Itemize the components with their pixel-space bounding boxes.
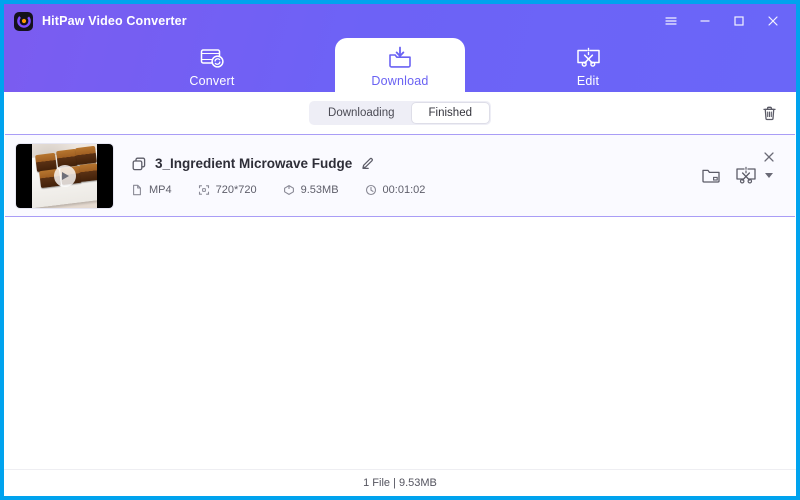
maximize-icon[interactable] xyxy=(722,7,756,35)
tab-edit-label: Edit xyxy=(576,73,600,88)
meta-size: 9.53MB xyxy=(283,184,339,196)
app-title: HitPaw Video Converter xyxy=(42,14,187,28)
list-item[interactable]: 3_Ingredient Microwave Fudge MP4 720*720… xyxy=(5,134,795,217)
minimize-icon[interactable] xyxy=(688,7,722,35)
file-title-row: 3_Ingredient Microwave Fudge xyxy=(131,156,701,172)
sub-toolbar: Downloading Finished xyxy=(4,92,796,134)
main-nav: Convert Download Edit xyxy=(4,36,796,92)
copy-layers-icon[interactable] xyxy=(131,156,147,172)
app-window: HitPaw Video Converter Convert Download … xyxy=(0,0,800,500)
thumbnail-fudge xyxy=(75,146,97,166)
tab-convert[interactable]: Convert xyxy=(147,38,277,92)
tab-download[interactable]: Download xyxy=(335,38,465,92)
file-list: 3_Ingredient Microwave Fudge MP4 720*720… xyxy=(4,134,796,470)
title-bar: HitPaw Video Converter xyxy=(4,4,796,38)
resolution-icon xyxy=(198,184,210,196)
pencil-edit-icon[interactable] xyxy=(360,156,375,171)
remove-file-button[interactable] xyxy=(761,149,777,165)
trash-icon[interactable] xyxy=(756,100,782,126)
file-title: 3_Ingredient Microwave Fudge xyxy=(155,156,353,171)
file-actions xyxy=(701,166,773,186)
meta-format: MP4 xyxy=(131,184,172,196)
chevron-down-icon[interactable] xyxy=(765,173,773,178)
meta-size-value: 9.53MB xyxy=(300,183,339,196)
convert-icon xyxy=(200,45,225,71)
file-icon xyxy=(131,184,143,196)
hamburger-menu-icon[interactable] xyxy=(654,7,688,35)
play-icon[interactable] xyxy=(53,164,76,187)
tab-convert-label: Convert xyxy=(189,73,235,88)
edit-file-button[interactable] xyxy=(735,166,757,186)
status-bar: 1 File | 9.53MB xyxy=(4,469,796,496)
meta-duration: 00:01:02 xyxy=(365,183,426,196)
segment-finished[interactable]: Finished xyxy=(411,103,489,123)
video-thumbnail[interactable] xyxy=(16,143,113,208)
hitpaw-logo-icon xyxy=(14,11,33,31)
close-icon[interactable] xyxy=(756,7,790,35)
segment-downloading[interactable]: Downloading xyxy=(311,103,412,123)
edit-scissors-icon xyxy=(576,45,601,71)
status-filter-group: Downloading Finished xyxy=(309,101,491,125)
clock-icon xyxy=(365,184,377,196)
tab-download-label: Download xyxy=(371,73,429,88)
size-icon xyxy=(283,184,295,196)
meta-resolution-value: 720*720 xyxy=(215,183,257,196)
open-folder-button[interactable] xyxy=(701,167,721,185)
file-count-status: 1 File | 9.53MB xyxy=(363,477,437,489)
file-info: 3_Ingredient Microwave Fudge MP4 720*720… xyxy=(131,156,701,196)
window-controls xyxy=(654,4,790,38)
download-folder-icon xyxy=(387,45,413,71)
thumbnail-fudge xyxy=(79,162,97,183)
file-metadata: MP4 720*720 9.53MB 00:01:02 xyxy=(131,184,701,196)
meta-resolution: 720*720 xyxy=(198,184,257,196)
meta-duration-value: 00:01:02 xyxy=(382,183,426,196)
app-header: HitPaw Video Converter Convert Download … xyxy=(4,4,796,92)
meta-format-value: MP4 xyxy=(149,183,172,196)
tab-edit[interactable]: Edit xyxy=(523,38,653,92)
